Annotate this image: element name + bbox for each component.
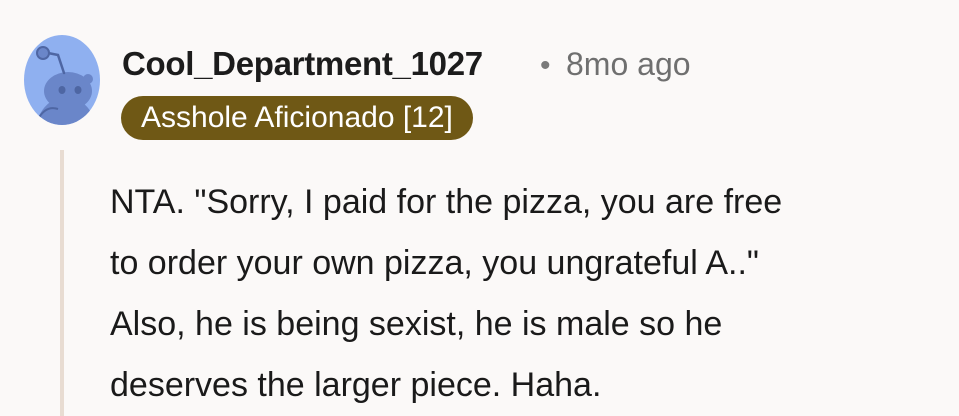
user-flair-badge: Asshole Aficionado [12]	[121, 96, 473, 140]
comment-body-line: Also, he is being sexist, he is male so …	[110, 305, 723, 343]
timestamp-link[interactable]: 8mo ago	[566, 44, 691, 84]
snoo-avatar-icon	[24, 35, 100, 125]
username-link[interactable]: Cool_Department_1027	[122, 44, 483, 84]
comment-body-line: to order your own pizza, you ungrateful …	[110, 244, 759, 282]
comment-body-line: deserves the larger piece. Haha.	[110, 366, 602, 404]
comment: Cool_Department_1027 • 8mo ago Asshole A…	[0, 0, 959, 416]
comment-body: NTA. "Sorry, I paid for the pizza, you a…	[110, 172, 950, 416]
thread-collapse-line[interactable]	[60, 150, 64, 416]
meta-separator: •	[540, 49, 551, 82]
comment-body-line: NTA. "Sorry, I paid for the pizza, you a…	[110, 183, 783, 221]
avatar[interactable]	[24, 35, 100, 125]
